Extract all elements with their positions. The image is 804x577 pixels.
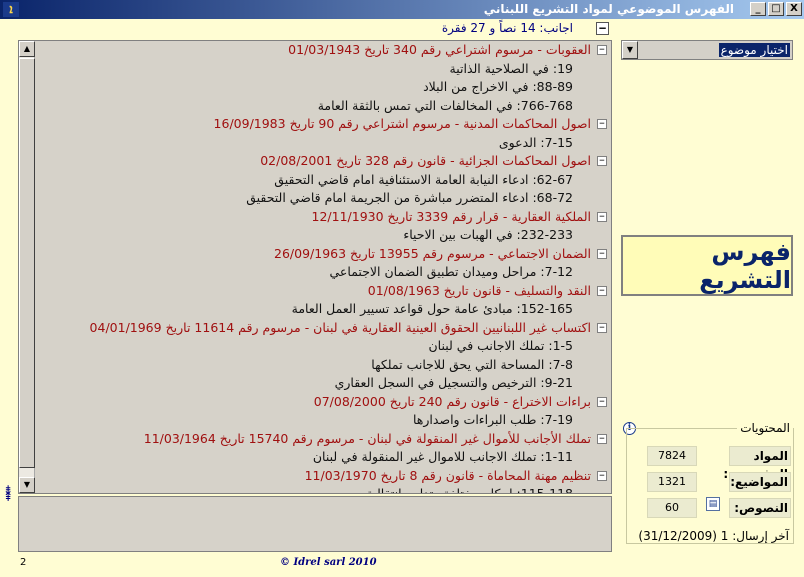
main-title: فهرس التشريع bbox=[621, 235, 793, 296]
tree-law-node[interactable]: − تنظيم مهنة المحاماة - قانون رقم 8 تاريخ… bbox=[39, 467, 607, 486]
tree-article-item[interactable]: 19: في الصلاحية الذاتية bbox=[39, 60, 607, 79]
tree-item-label: 7-8: المساحة التي يحق للاجانب تملكها bbox=[371, 356, 573, 372]
tree-article-item[interactable]: 152-165: مبادئ عامة حول قواعد تسيير العم… bbox=[39, 300, 607, 319]
collapse-toggle-icon[interactable]: − bbox=[597, 396, 607, 407]
collapse-toggle-icon[interactable]: − bbox=[597, 470, 607, 481]
tree-item-label: 7-12: مراحل وميدان تطبيق الضمان الاجتماع… bbox=[329, 264, 573, 279]
results-tree-panel: ▲ ▼ − العقوبات - مرسوم اشتراعي رقم 340 تا… bbox=[18, 40, 612, 494]
tree-item-label: 152-165: مبادئ عامة حول قواعد تسيير العم… bbox=[291, 301, 573, 316]
scroll-up-button[interactable]: ▲ bbox=[19, 41, 35, 57]
tree-item-label: 7-19: طلب البراءات واصدارها bbox=[412, 412, 573, 427]
last-sent: آخر إرسال: 1 (31/12/2009) bbox=[638, 529, 789, 543]
collapse-toggle-icon[interactable]: − bbox=[597, 248, 607, 259]
tree-law-node[interactable]: − الملكية العقارية - قرار رقم 3339 تاريخ … bbox=[39, 208, 607, 227]
window-titlebar: ܐ الفهرس الموضوعي لمواد التشريع اللبناني… bbox=[0, 0, 804, 19]
tree-article-item[interactable]: 7-19: طلب البراءات واصدارها bbox=[39, 411, 607, 430]
tree-item-label: 232-233: في الهبات بين الاحياء bbox=[403, 227, 573, 242]
tree-item-label: 62-67: ادعاء النيابة العامة الاستئنافية … bbox=[274, 171, 573, 187]
texts-label: النصوص: bbox=[729, 498, 791, 518]
chevron-down-icon[interactable]: ▼ bbox=[622, 41, 638, 59]
tree-article-item[interactable]: 7-12: مراحل وميدان تطبيق الضمان الاجتماع… bbox=[39, 263, 607, 282]
tree-item-label: اصول المحاكمات المدنية - مرسوم اشتراعي ر… bbox=[213, 116, 591, 131]
tree-article-item[interactable]: 68-72: ادعاء المتضرر مباشرة من الجريمة ا… bbox=[39, 189, 607, 208]
collapse-toggle-icon[interactable]: − bbox=[597, 119, 607, 129]
app-icon: ܐ bbox=[3, 2, 19, 17]
tree-article-item[interactable]: 766-768: في المخالفات التي تمس بالثقة ال… bbox=[39, 97, 607, 116]
tree-law-node[interactable]: − تملك الأجانب للأموال غير المنقولة في لب… bbox=[39, 430, 607, 449]
tree-article-item[interactable]: 1-5: تملك الاجانب في لبنان bbox=[39, 337, 607, 356]
tree-item-label: تملك الأجانب للأموال غير المنقولة في لبن… bbox=[143, 430, 591, 446]
tree-item-label: اكتساب غير اللبنانيين الحقوق العينية الع… bbox=[89, 319, 591, 335]
collapse-toggle-icon[interactable]: − bbox=[597, 322, 607, 333]
tree-item-label: 19: في الصلاحية الذاتية bbox=[449, 60, 573, 76]
minimize-button[interactable]: _ bbox=[750, 2, 766, 16]
scroll-down-button[interactable]: ▼ bbox=[19, 477, 35, 493]
tree-item-label: النقد والتسليف - قانون تاريخ 01/08/1963 bbox=[367, 282, 591, 298]
tree-law-node[interactable]: − براءات الاختراع - قانون رقم 240 تاريخ 0… bbox=[39, 393, 607, 412]
header-strip bbox=[0, 19, 804, 39]
tree-item-label: تنظيم مهنة المحاماة - قانون رقم 8 تاريخ … bbox=[304, 467, 591, 483]
tree-article-item[interactable]: 62-67: ادعاء النيابة العامة الاستئنافية … bbox=[39, 171, 607, 190]
tree-article-item[interactable]: 115-118: احكام مختلفة وتدابير انتقالية bbox=[39, 485, 607, 494]
close-button[interactable]: X bbox=[786, 2, 802, 16]
window-controls: _ □ X bbox=[750, 2, 802, 16]
page-number: 2 bbox=[20, 557, 27, 568]
tree-item-label: براءات الاختراع - قانون رقم 240 تاريخ 07… bbox=[313, 393, 591, 409]
tree-item-label: 68-72: ادعاء المتضرر مباشرة من الجريمة ا… bbox=[246, 190, 573, 205]
tree-item-label: 7-15: الدعوى bbox=[498, 134, 573, 150]
tree-article-item[interactable]: 7-8: المساحة التي يحق للاجانب تملكها bbox=[39, 356, 607, 375]
collapse-toggle-icon[interactable]: − bbox=[597, 156, 607, 166]
tree-item-label: 1-5: تملك الاجانب في لبنان bbox=[428, 338, 573, 353]
copyright-text: © Idrel sarl 2010 bbox=[280, 557, 377, 568]
result-count: اجانب: 14 نصاً و 27 فقرة bbox=[441, 21, 573, 35]
details-panel bbox=[18, 496, 612, 552]
tree-item-label: اصول المحاكمات الجزائية - قانون رقم 328 … bbox=[260, 153, 591, 168]
tree-article-item[interactable]: 9-21: الترخيص والتسجيل في السجل العقاري bbox=[39, 374, 607, 393]
maximize-button[interactable]: □ bbox=[768, 2, 784, 16]
tree-item-label: 1-11: تملك الاجانب للاموال غير المنقولة … bbox=[312, 449, 573, 464]
stats-title: المحتويات bbox=[737, 421, 793, 435]
tree-item-label: العقوبات - مرسوم اشتراعي رقم 340 تاريخ 0… bbox=[288, 42, 591, 57]
collapse-toggle-icon[interactable]: − bbox=[597, 285, 607, 296]
stats-box: المحتويات المواد المفهرسة: 7824 المواضيع… bbox=[626, 421, 794, 544]
collapse-toggle-icon[interactable]: − bbox=[597, 45, 607, 55]
tree-item-label: 766-768: في المخالفات التي تمس بالثقة ال… bbox=[317, 97, 573, 113]
tree-law-node[interactable]: − اصول المحاكمات الجزائية - قانون رقم 328… bbox=[39, 152, 607, 171]
indexed-label: المواد المفهرسة: bbox=[723, 446, 791, 481]
texts-value: 60 bbox=[647, 498, 697, 518]
tree-item-label: 9-21: الترخيص والتسجيل في السجل العقاري bbox=[334, 375, 573, 390]
collapse-all-button[interactable]: − bbox=[596, 22, 609, 35]
tree-law-node[interactable]: − اكتساب غير اللبنانيين الحقوق العينية ال… bbox=[39, 319, 607, 338]
tree-item-label: 88-89: في الاخراج من البلاد bbox=[423, 79, 573, 94]
scroll-thumb[interactable] bbox=[19, 58, 35, 468]
tree-law-node[interactable]: − الضمان الاجتماعي - مرسوم رقم 13955 تاري… bbox=[39, 245, 607, 264]
tree-article-item[interactable]: 1-11: تملك الاجانب للاموال غير المنقولة … bbox=[39, 448, 607, 467]
indexed-value: 7824 bbox=[647, 446, 697, 466]
tree-item-label: الملكية العقارية - قرار رقم 3339 تاريخ 1… bbox=[311, 208, 591, 224]
tree-law-node[interactable]: − العقوبات - مرسوم اشتراعي رقم 340 تاريخ … bbox=[39, 41, 607, 60]
splitter-icon[interactable]: ⇟ ⇞ bbox=[3, 484, 15, 503]
tree-item-label: الضمان الاجتماعي - مرسوم رقم 13955 تاريخ… bbox=[274, 245, 591, 261]
tree-law-node[interactable]: − النقد والتسليف - قانون تاريخ 01/08/1963 bbox=[39, 282, 607, 301]
collapse-toggle-icon[interactable]: − bbox=[597, 211, 607, 222]
tree-law-node[interactable]: − اصول المحاكمات المدنية - مرسوم اشتراعي … bbox=[39, 115, 607, 134]
collapse-toggle-icon[interactable]: − bbox=[597, 433, 607, 444]
topic-select-value: اختيار موضوع bbox=[718, 43, 790, 57]
topics-label: المواضيع: bbox=[729, 472, 791, 492]
vertical-scrollbar[interactable]: ▲ ▼ bbox=[19, 41, 35, 493]
book-icon[interactable]: ▤ bbox=[706, 497, 720, 511]
tree-article-item[interactable]: 88-89: في الاخراج من البلاد bbox=[39, 78, 607, 97]
tree-item-label: 115-118: احكام مختلفة وتدابير انتقالية bbox=[366, 486, 573, 494]
tree-article-item[interactable]: 7-15: الدعوى bbox=[39, 134, 607, 153]
topics-value: 1321 bbox=[647, 472, 697, 492]
window-title: الفهرس الموضوعي لمواد التشريع اللبناني bbox=[483, 2, 734, 16]
results-tree: − العقوبات - مرسوم اشتراعي رقم 340 تاريخ … bbox=[39, 41, 607, 494]
tree-article-item[interactable]: 232-233: في الهبات بين الاحياء bbox=[39, 226, 607, 245]
topic-select[interactable]: ▼ اختيار موضوع bbox=[621, 40, 793, 60]
